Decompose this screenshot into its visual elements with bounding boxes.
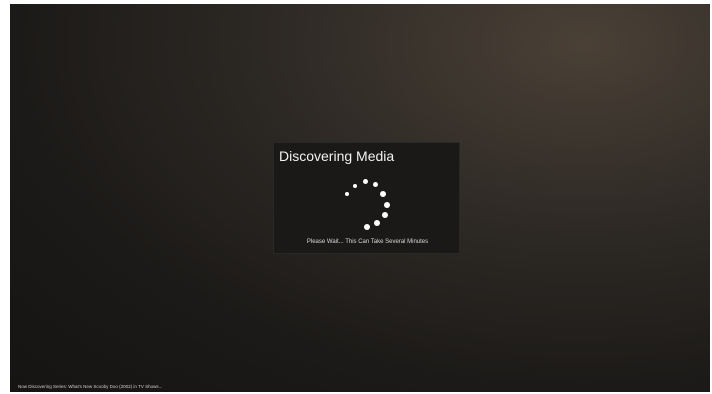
spinner-dot (373, 182, 378, 187)
discovering-media-dialog: Discovering Media Please Wait... This Ca… (273, 142, 460, 254)
spinner-dot (353, 184, 357, 188)
spinner-dot (345, 192, 349, 196)
spinner-dot (364, 224, 370, 230)
spinner-dot (384, 202, 390, 208)
spinner-dot (363, 179, 368, 184)
discovery-status-text: Now Discovering Series: What's New Scoob… (18, 384, 163, 389)
app-window: Discovering Media Please Wait... This Ca… (10, 4, 710, 392)
dialog-message: Please Wait... This Can Take Several Min… (306, 239, 429, 245)
spinner-dot (382, 212, 388, 218)
spinner-dot (374, 220, 380, 226)
dialog-title: Discovering Media (279, 148, 395, 164)
loading-spinner-icon (342, 175, 390, 230)
spinner-dot (380, 191, 386, 197)
